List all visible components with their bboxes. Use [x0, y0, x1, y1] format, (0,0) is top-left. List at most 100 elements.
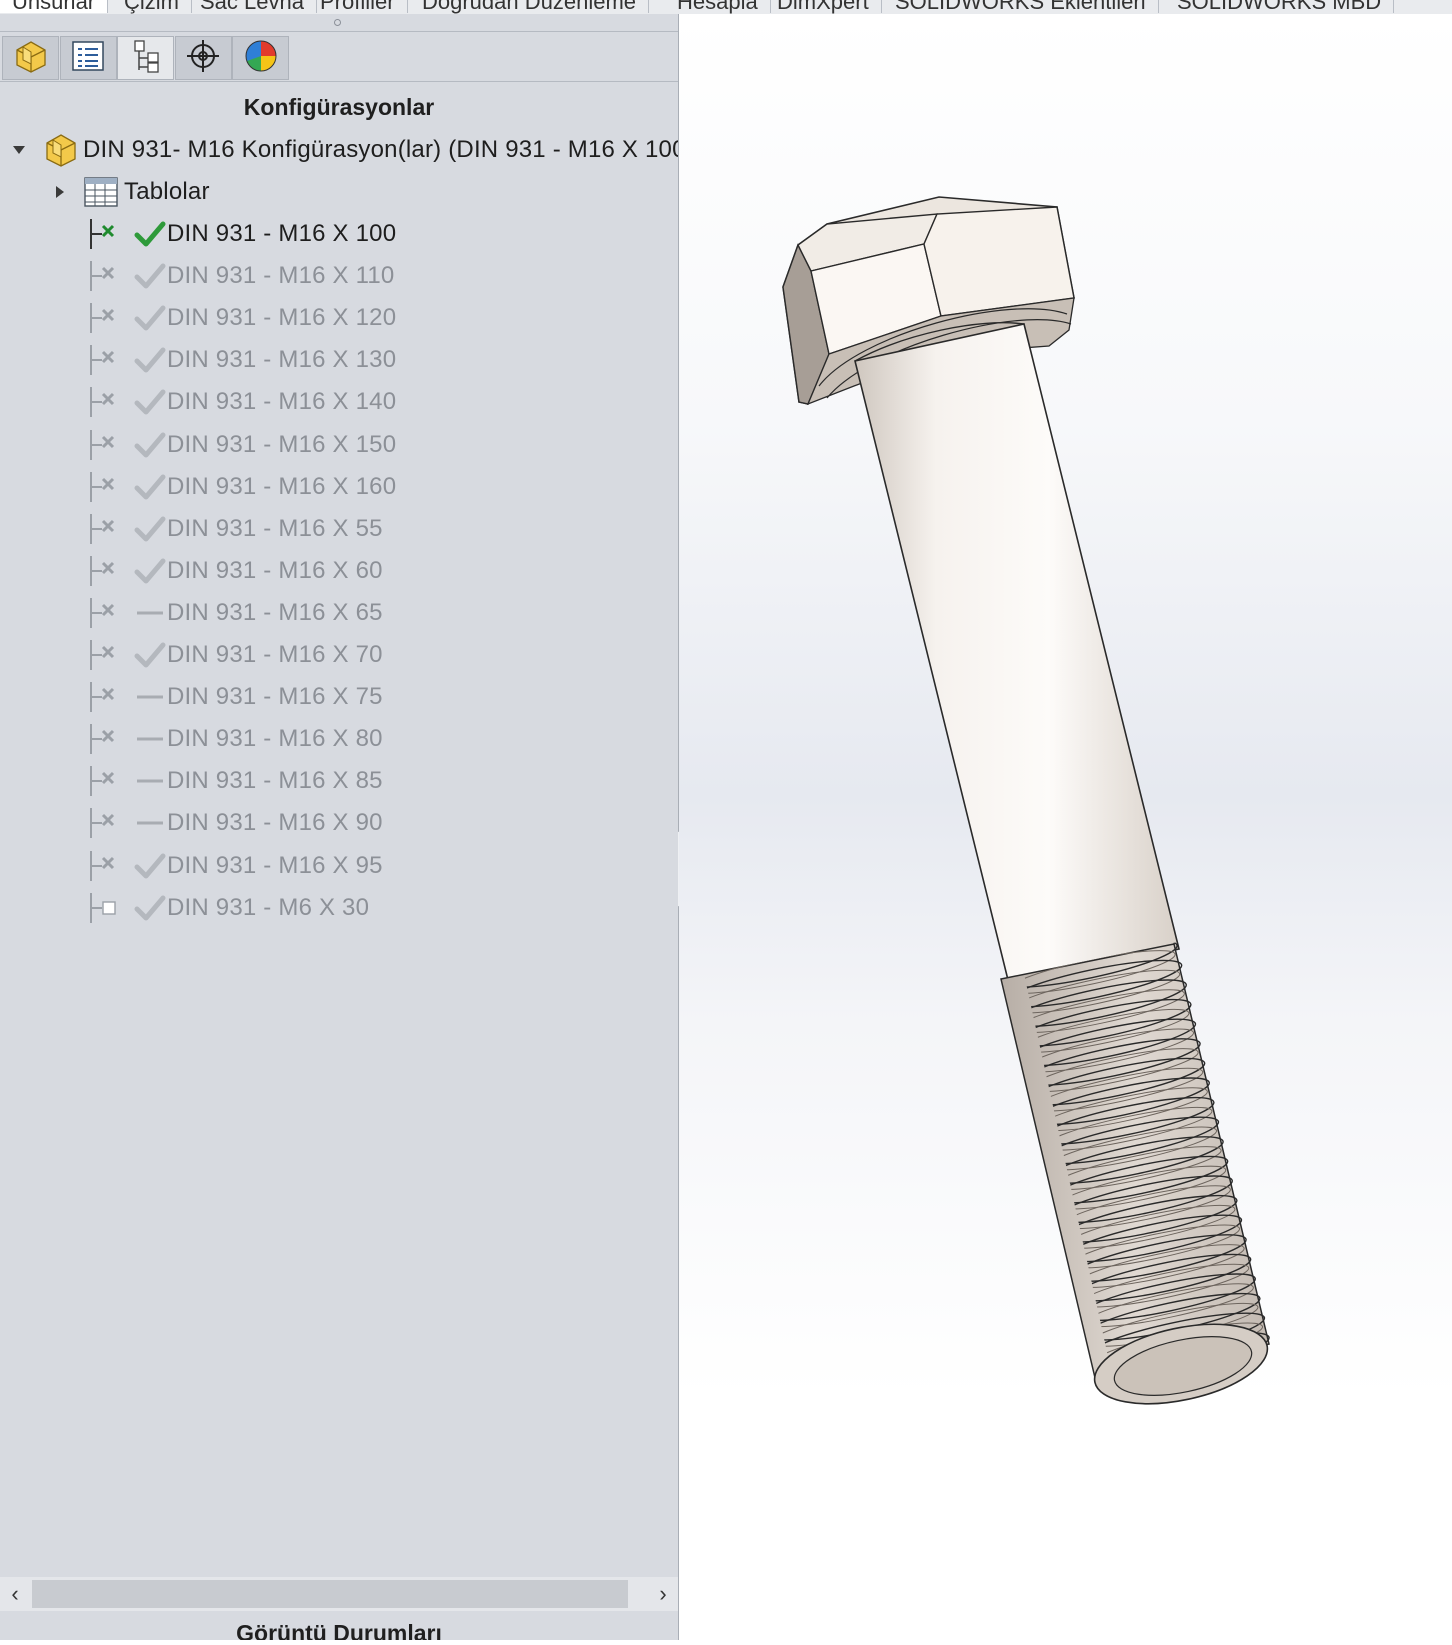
- scroll-left-icon[interactable]: ‹: [0, 1577, 30, 1611]
- configuration-item[interactable]: DIN 931 - M16 X 60: [0, 551, 678, 591]
- panel-grip-icon[interactable]: [334, 19, 341, 26]
- command-tab[interactable]: SOLIDWORKS Eklentileri: [883, 0, 1159, 13]
- check-mark-icon: [134, 641, 166, 669]
- configuration-label: DIN 931 - M16 X 70: [167, 641, 383, 668]
- bolt-3d-model[interactable]: [679, 14, 1452, 1640]
- check-mark-icon: [134, 894, 166, 922]
- horizontal-scrollbar[interactable]: ‹ ›: [0, 1577, 678, 1611]
- dash-icon: [134, 809, 166, 837]
- scroll-right-icon[interactable]: ›: [648, 1577, 678, 1611]
- configuration-icon: [88, 218, 124, 250]
- collapse-arrow-icon[interactable]: [12, 143, 26, 157]
- configuration-item[interactable]: DIN 931 - M16 X 100: [0, 214, 678, 254]
- configuration-icon: [88, 344, 124, 376]
- configuration-item[interactable]: DIN 931 - M16 X 80: [0, 719, 678, 759]
- table-folder-icon: [84, 176, 118, 215]
- configuration-icon: [88, 386, 124, 418]
- configuration-label: DIN 931 - M16 X 110: [167, 262, 395, 290]
- graphics-area[interactable]: [679, 14, 1452, 1640]
- configuration-icon: [88, 639, 124, 671]
- dash-icon: [134, 725, 166, 753]
- configuration-item[interactable]: DIN 931 - M16 X 70: [0, 635, 678, 675]
- display-manager-icon: [244, 39, 278, 78]
- bolt-shank: [854, 322, 1180, 985]
- panel-heading: Konfigürasyonlar: [243, 94, 435, 120]
- configuration-label: DIN 931 - M16 X 160: [167, 472, 397, 500]
- configuration-icon: [88, 429, 124, 461]
- command-tab[interactable]: Profiller: [308, 0, 408, 13]
- command-tab[interactable]: DimXpert: [765, 0, 882, 13]
- configuration-item[interactable]: DIN 931 - M16 X 55: [0, 509, 678, 549]
- tree-root-row[interactable]: DIN 931- M16 Konfigürasyon(lar) (DIN 931…: [0, 130, 678, 170]
- command-tab[interactable]: Doğrudan Düzenleme: [410, 0, 650, 13]
- dash-icon: [134, 599, 166, 627]
- expand-arrow-icon[interactable]: [53, 185, 67, 199]
- configuration-icon: [88, 681, 124, 713]
- dash-icon: [134, 767, 166, 795]
- dimxpert-manager-icon: [186, 39, 220, 78]
- configuration-label: DIN 931 - M16 X 80: [167, 725, 383, 753]
- command-tab[interactable]: Çizim: [112, 0, 192, 13]
- configuration-item[interactable]: DIN 931 - M16 X 160: [0, 467, 678, 507]
- configuration-item[interactable]: DIN 931 - M16 X 130: [0, 340, 678, 380]
- command-tab[interactable]: Sac Levha: [188, 0, 317, 13]
- scrollbar-thumb[interactable]: [32, 1580, 628, 1608]
- check-mark-icon: [134, 220, 166, 248]
- configuration-item[interactable]: DIN 931 - M16 X 150: [0, 425, 678, 465]
- configuration-item[interactable]: DIN 931 - M16 X 65: [0, 593, 678, 633]
- configuration-label: DIN 931 - M16 X 55: [167, 514, 383, 542]
- configuration-item[interactable]: DIN 931 - M16 X 110: [0, 256, 678, 296]
- check-mark-icon: [134, 557, 166, 585]
- feature-manager-button[interactable]: [2, 36, 59, 80]
- configuration-item[interactable]: DIN 931 - M16 X 75: [0, 677, 678, 717]
- configuration-item[interactable]: DIN 931 - M16 X 120: [0, 298, 678, 338]
- configuration-label: DIN 931 - M16 X 130: [167, 346, 397, 374]
- command-tab[interactable]: SOLIDWORKS MBD: [1165, 0, 1395, 13]
- feature-manager-icon: [14, 39, 48, 78]
- configuration-icon: [88, 302, 124, 334]
- check-mark-icon: [134, 388, 166, 416]
- part-icon: [44, 131, 78, 174]
- property-manager-button[interactable]: [59, 36, 117, 80]
- configuration-icon: [88, 555, 124, 587]
- configuration-label: DIN 931 - M16 X 120: [167, 304, 397, 332]
- configuration-item[interactable]: DIN 931 - M16 X 85: [0, 761, 678, 801]
- configuration-label: DIN 931 - M16 X 140: [167, 388, 397, 416]
- configuration-manager-button[interactable]: [117, 36, 174, 80]
- tree-root-label: DIN 931- M16 Konfigürasyon(lar) (DIN 931…: [83, 136, 679, 163]
- configuration-label: DIN 931 - M16 X 65: [167, 598, 383, 626]
- dash-icon: [134, 683, 166, 711]
- configuration-label: DIN 931 - M16 X 100: [167, 220, 397, 247]
- divider: [0, 31, 678, 32]
- configuration-icon: [88, 513, 124, 545]
- feature-manager-panel: Konfigürasyonlar DIN 931- M16 Konfigüras…: [0, 14, 679, 1640]
- command-tab[interactable]: Hesapla: [665, 0, 771, 13]
- display-manager-button[interactable]: [232, 36, 289, 80]
- configuration-item[interactable]: DIN 931 - M16 X 90: [0, 803, 678, 843]
- configuration-icon: [88, 597, 124, 629]
- configuration-item[interactable]: DIN 931 - M16 X 140: [0, 382, 678, 422]
- configuration-label: DIN 931 - M16 X 150: [167, 430, 397, 458]
- tree-item-tables-label: Tablolar: [124, 178, 210, 205]
- configuration-manager-icon: [131, 39, 161, 78]
- check-mark-icon: [134, 431, 166, 459]
- divider: [0, 81, 678, 82]
- command-tab[interactable]: Unsurlar: [0, 0, 109, 13]
- configuration-item[interactable]: DIN 931 - M16 X 95: [0, 846, 678, 886]
- configuration-icon: [88, 471, 124, 503]
- configuration-icon: [88, 260, 124, 292]
- tree-item-tables[interactable]: Tablolar: [0, 172, 678, 212]
- dimxpert-manager-button[interactable]: [174, 36, 232, 80]
- configuration-icon: [88, 850, 124, 882]
- configuration-icon: [88, 723, 124, 755]
- configuration-label: DIN 931 - M16 X 75: [167, 683, 383, 711]
- configuration-icon: [88, 765, 124, 797]
- display-states-heading: Görüntü Durumları: [236, 1620, 442, 1640]
- configuration-item[interactable]: DIN 931 - M6 X 30: [0, 888, 678, 928]
- check-mark-icon: [134, 304, 166, 332]
- bolt-thread: [1000, 940, 1270, 1384]
- configuration-label: DIN 931 - M16 X 60: [167, 556, 383, 584]
- configuration-leaf-icon: [88, 892, 124, 924]
- check-mark-icon: [134, 473, 166, 501]
- check-mark-icon: [134, 852, 166, 880]
